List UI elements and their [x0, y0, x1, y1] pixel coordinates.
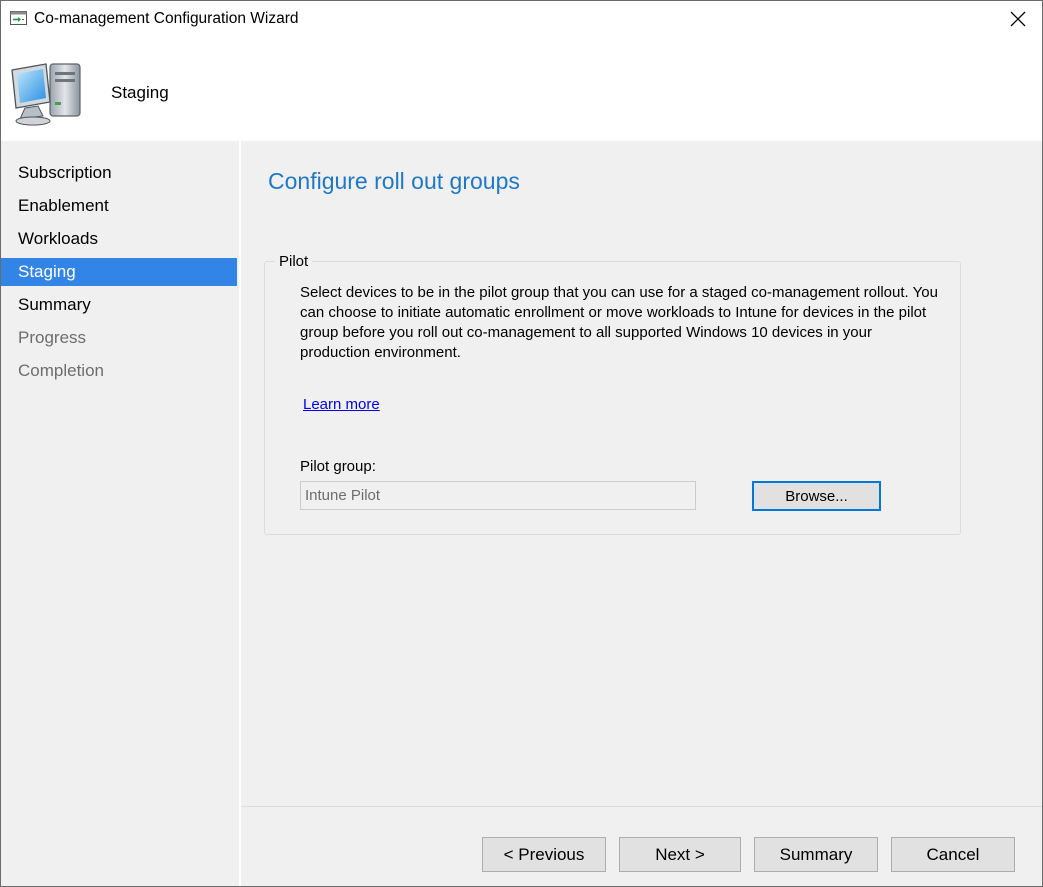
summary-button[interactable]: Summary [754, 837, 878, 872]
wizard-header: Staging [1, 38, 1042, 141]
nav-item-enablement[interactable]: Enablement [1, 192, 237, 220]
nav-item-progress: Progress [18, 328, 87, 347]
computer-icon [11, 63, 81, 126]
nav-item-workloads[interactable]: Workloads [1, 225, 237, 253]
close-button[interactable] [996, 1, 1042, 38]
pilot-groupbox: Pilot Select devices to be in the pilot … [264, 253, 961, 535]
window-title: Co-management Configuration Wizard [34, 10, 299, 27]
nav-item-summary[interactable]: Summary [1, 291, 237, 319]
cancel-button[interactable]: Cancel [891, 837, 1015, 872]
nav-item-staging[interactable]: Staging [1, 258, 237, 286]
pilot-group-label: Pilot group: [300, 458, 376, 475]
groupbox-label: Pilot [275, 253, 313, 270]
main-panel: Configure roll out groups Pilot Select d… [241, 141, 1042, 806]
nav-item-completion: Completion [18, 361, 104, 380]
wizard-footer: < Previous Next > Summary Cancel [241, 806, 1042, 886]
page-title: Configure roll out groups [268, 168, 520, 194]
wizard-app-icon [10, 11, 27, 25]
previous-button[interactable]: < Previous [482, 837, 606, 872]
pilot-group-field[interactable] [300, 481, 696, 510]
title-bar: Co-management Configuration Wizard [1, 1, 1042, 38]
next-button[interactable]: Next > [619, 837, 741, 872]
nav-item-subscription[interactable]: Subscription [1, 159, 237, 187]
learn-more-link[interactable]: Learn more [303, 396, 380, 413]
wizard-window: Co-management Configuration Wizard Stagi… [0, 0, 1043, 887]
wizard-step-title: Staging [111, 83, 169, 102]
pilot-description: Select devices to be in the pilot group … [300, 284, 938, 361]
browse-button[interactable]: Browse... [752, 481, 881, 511]
close-icon [1010, 11, 1026, 27]
wizard-step-nav: Subscription Enablement Workloads Stagin… [1, 141, 239, 886]
